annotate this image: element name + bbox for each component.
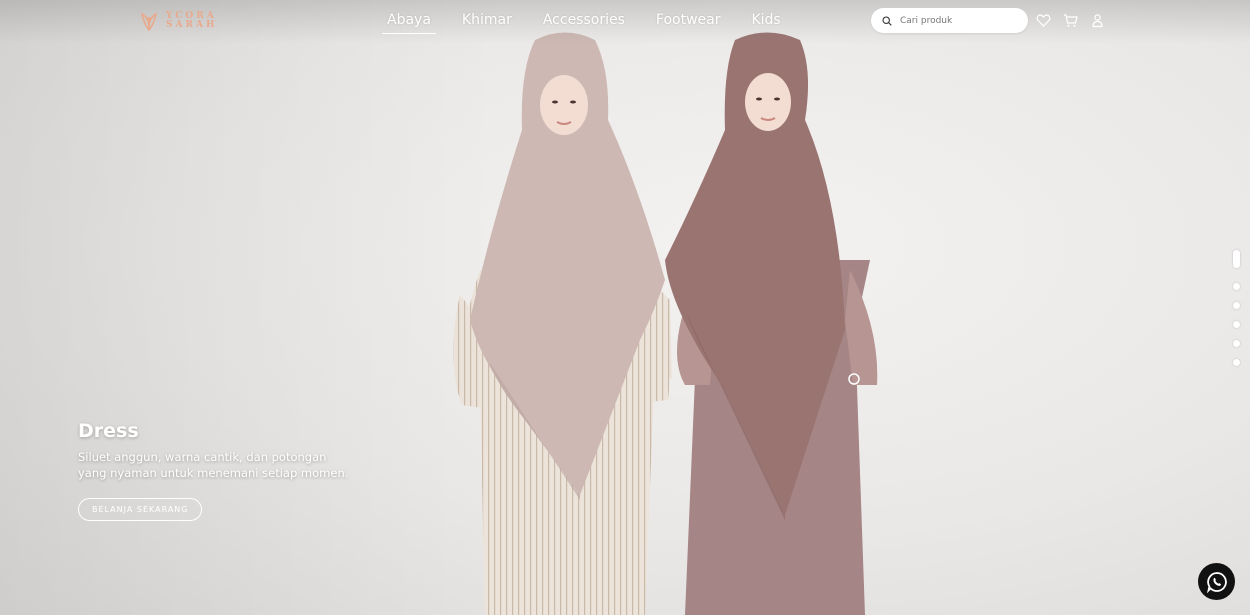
carousel-dot-1[interactable] (1233, 250, 1240, 268)
whatsapp-icon (1206, 571, 1227, 593)
cart-icon[interactable] (1063, 13, 1078, 28)
nav-item-accessories[interactable]: Accessories (543, 10, 625, 34)
search-icon (882, 15, 892, 26)
logo-text-line2: SARAH (166, 20, 218, 30)
nav-item-footwear[interactable]: Footwear (656, 10, 721, 34)
search-input[interactable] (898, 14, 1012, 27)
hero-shade (0, 0, 1250, 615)
logo-wordmark: YCORA SARAH (166, 12, 217, 30)
carousel-dot-2[interactable] (1233, 283, 1240, 290)
top-navigation: YCORA SARAH Abaya Khimar Accessories Foo… (0, 0, 1250, 44)
hero-description: Siluet anggun, warna cantik, dan potonga… (78, 450, 349, 480)
shop-now-button[interactable]: BELANJA SEKARANG (78, 498, 203, 521)
hero-title: Dress (78, 420, 139, 442)
heart-icon[interactable] (1036, 13, 1051, 28)
nav-item-abaya[interactable]: Abaya (382, 10, 436, 34)
nav-item-khimar[interactable]: Khimar (462, 10, 512, 34)
nav-item-kids[interactable]: Kids (751, 10, 780, 34)
carousel-dot-3[interactable] (1233, 302, 1240, 309)
carousel-dot-5[interactable] (1233, 340, 1240, 347)
main-nav: Abaya Khimar Accessories Footwear Kids (382, 10, 812, 34)
search-box[interactable] (871, 8, 1028, 33)
carousel-indicators (1233, 250, 1241, 378)
hero-caption: Dress Siluet anggun, warna cantik, dan p… (78, 420, 358, 521)
brand-logo[interactable]: YCORA SARAH (138, 8, 217, 34)
header-icons (1036, 13, 1105, 28)
logo-mark-icon (140, 12, 158, 32)
user-icon[interactable] (1090, 13, 1105, 28)
carousel-dot-6[interactable] (1233, 359, 1240, 366)
whatsapp-button[interactable] (1198, 563, 1235, 600)
carousel-dot-4[interactable] (1233, 321, 1240, 328)
